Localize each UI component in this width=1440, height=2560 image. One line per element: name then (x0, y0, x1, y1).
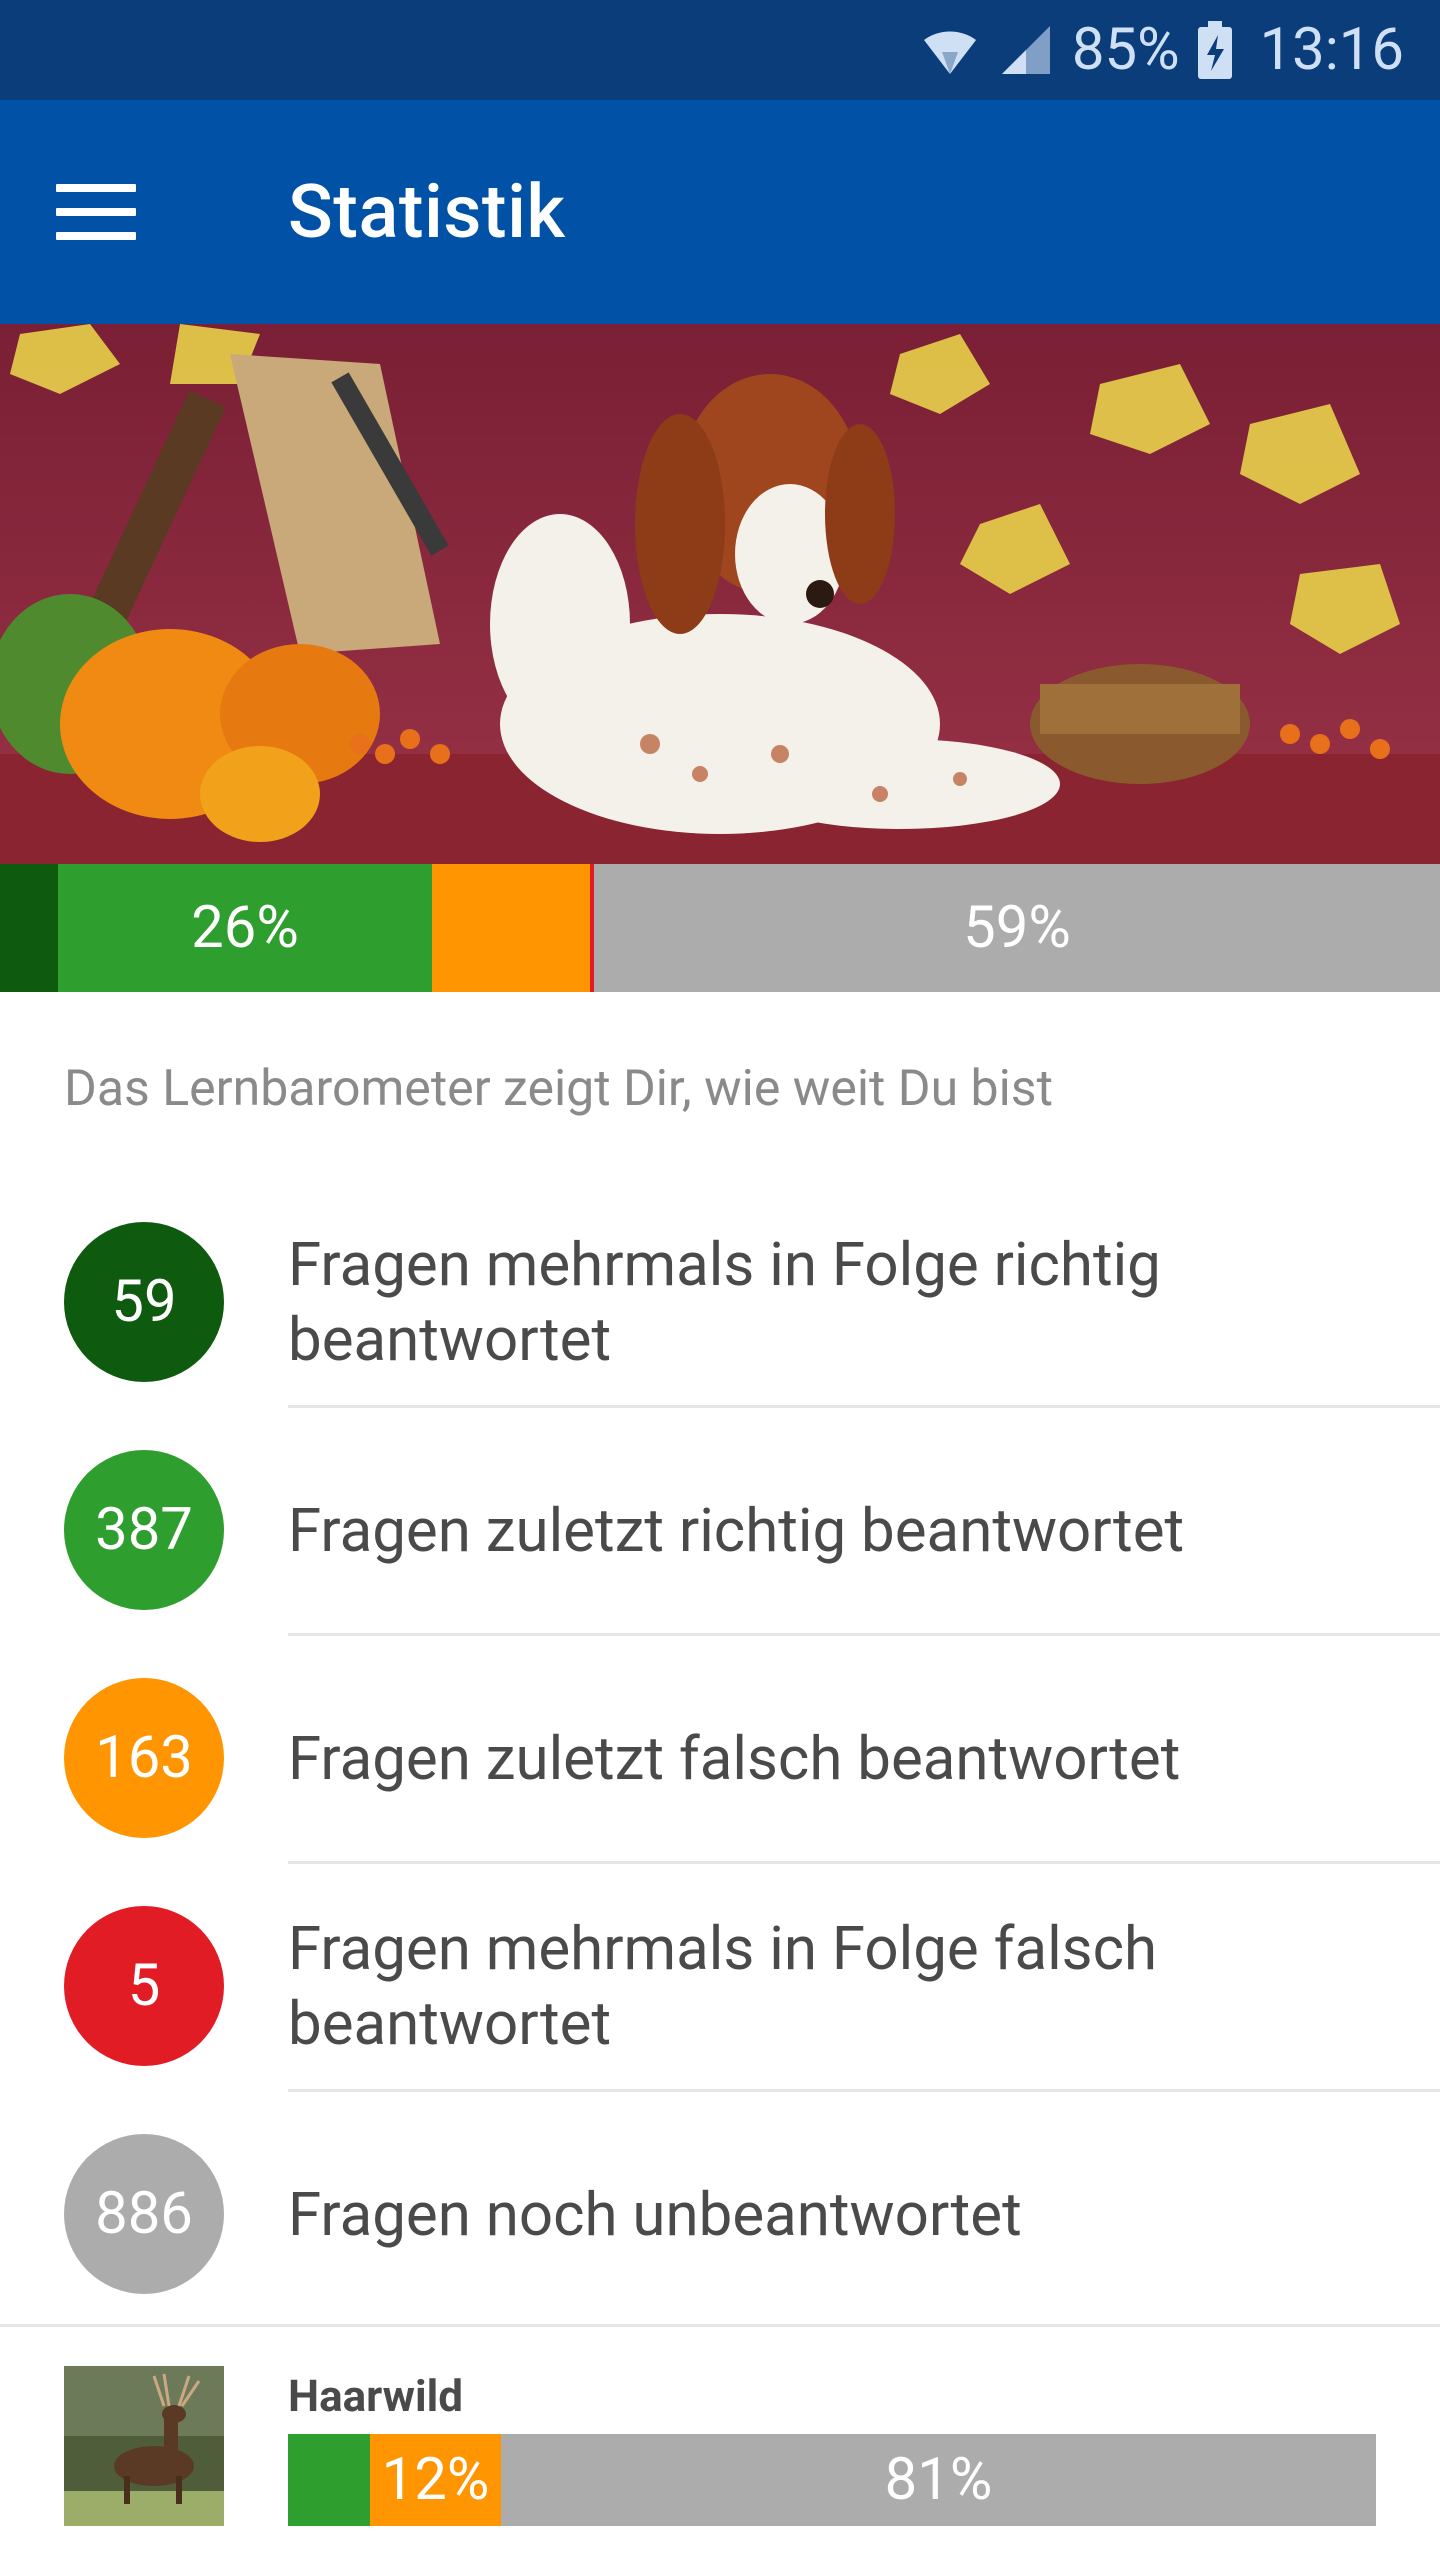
legend-label: Fragen noch unbeantwortet (288, 2178, 1022, 2250)
app-bar: Statistik (0, 100, 1440, 324)
row-divider (288, 1861, 1440, 1864)
hamburger-menu-icon[interactable] (56, 184, 136, 240)
legend-list: 59 Fragen mehrmals in Folge richtig beant… (0, 1200, 1440, 2340)
count-badge: 163 (64, 1678, 224, 1838)
legend-label: Fragen zuletzt falsch beantwortet (288, 1722, 1181, 1794)
battery-percent: 85% (1071, 16, 1180, 84)
wifi-icon (920, 22, 980, 78)
bar-segment: 81% (501, 2434, 1376, 2526)
row-divider (288, 2089, 1440, 2092)
deer-photo[interactable] (64, 2366, 224, 2526)
row-divider (288, 1405, 1440, 1408)
count-badge: 886 (64, 2134, 224, 2294)
signal-icon (998, 22, 1054, 78)
status-bar: 85% 13:16 (0, 0, 1440, 100)
category-title: Haarwild (288, 2370, 464, 2422)
count-badge: 59 (64, 1222, 224, 1382)
page-title: Statistik (288, 168, 566, 256)
legend-row: 59 Fragen mehrmals in Folge richtig beant… (0, 1200, 1440, 1428)
legend-row: 886 Fragen noch unbeantwortet (0, 2112, 1440, 2340)
count-badge: 387 (64, 1450, 224, 1610)
row-divider (288, 1633, 1440, 1636)
battery-charging-icon (1197, 21, 1232, 79)
section-divider (0, 2324, 1440, 2327)
learning-barometer: 26% 59% (0, 864, 1440, 992)
bar-segment (432, 864, 590, 992)
bar-segment (0, 864, 58, 992)
barometer-hint: Das Lernbarometer zeigt Dir, wie weit Du… (64, 1060, 1053, 1118)
legend-row: 163 Fragen zuletzt falsch beantwortet (0, 1656, 1440, 1884)
legend-label: Fragen mehrmals in Folge richtig beantwo… (288, 1229, 1161, 1375)
category-progress-bar[interactable]: 12% 81% (288, 2434, 1376, 2526)
count-badge: 5 (64, 1906, 224, 2066)
bar-segment (288, 2434, 370, 2526)
bar-segment: 59% (594, 864, 1440, 992)
legend-label: Fragen mehrmals in Folge falsch beantwor… (288, 1913, 1158, 2059)
bar-segment: 26% (58, 864, 432, 992)
legend-row: 387 Fragen zuletzt richtig beantwortet (0, 1428, 1440, 1656)
clock: 13:16 (1259, 16, 1404, 84)
hero-image (0, 324, 1440, 864)
legend-row: 5 Fragen mehrmals in Folge falsch beantwo… (0, 1884, 1440, 2112)
legend-label: Fragen zuletzt richtig beantwortet (288, 1494, 1185, 1566)
bar-segment: 12% (370, 2434, 501, 2526)
